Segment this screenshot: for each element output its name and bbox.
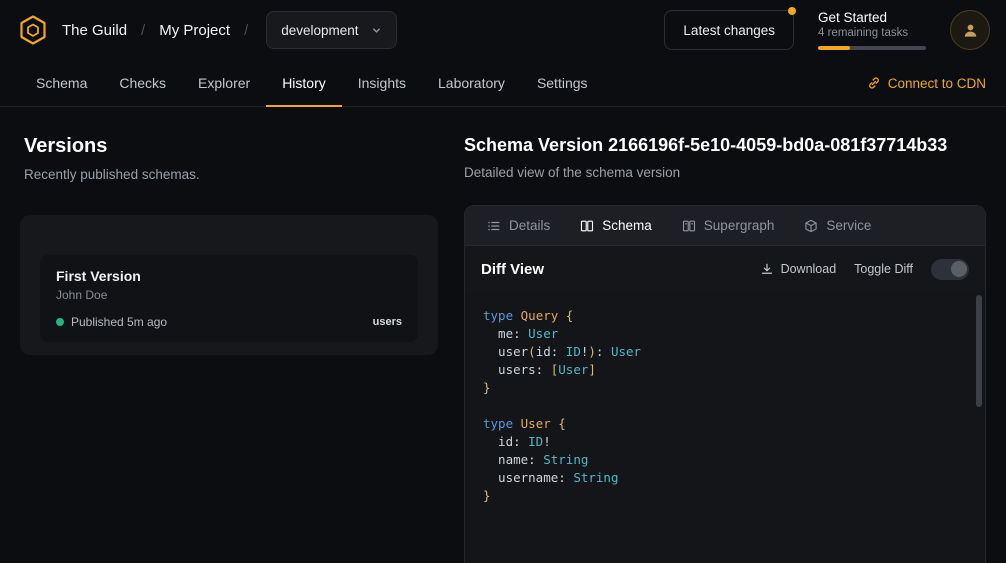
- chevron-down-icon: [371, 25, 382, 36]
- nav-tab-history[interactable]: History: [266, 60, 342, 107]
- version-list: First Version John Doe Published 5m ago use…: [40, 255, 418, 342]
- code-block: type Query { me: User user(id: ID!): Use…: [465, 292, 985, 520]
- download-icon: [760, 262, 774, 276]
- main-nav: SchemaChecksExplorerHistoryInsightsLabor…: [0, 60, 1006, 107]
- schema-diff-icon: [580, 219, 594, 233]
- breadcrumb-separator: /: [141, 22, 145, 39]
- code-line: }: [483, 379, 967, 397]
- diff-view-title: Diff View: [481, 261, 544, 278]
- code-line: }: [483, 487, 967, 505]
- download-label: Download: [781, 262, 837, 276]
- version-status-row: Published 5m ago users: [56, 315, 402, 329]
- nav-tab-laboratory[interactable]: Laboratory: [422, 60, 521, 107]
- version-name: First Version: [56, 268, 402, 284]
- detail-tabs: Details Schema Supergraph Service: [465, 206, 985, 246]
- versions-panel: Versions Recently published schemas. Fir…: [0, 107, 444, 563]
- schema-version-title: Schema Version 2166196f-5e10-4059-bd0a-0…: [464, 135, 986, 156]
- versions-card: First Version John Doe Published 5m ago use…: [20, 215, 438, 355]
- nav-tab-explorer[interactable]: Explorer: [182, 60, 266, 107]
- nav-tab-checks[interactable]: Checks: [103, 60, 182, 107]
- code-line: name: String: [483, 451, 967, 469]
- list-icon: [487, 219, 501, 233]
- detail-tab-label: Details: [509, 218, 550, 233]
- avatar[interactable]: [950, 10, 990, 50]
- detail-tab-label: Service: [826, 218, 871, 233]
- code-area: type Query { me: User user(id: ID!): Use…: [465, 292, 985, 563]
- code-line: users: [User]: [483, 361, 967, 379]
- get-started-widget[interactable]: Get Started 4 remaining tasks: [818, 10, 926, 50]
- download-button[interactable]: Download: [760, 262, 837, 276]
- code-line: user(id: ID!): User: [483, 343, 967, 361]
- supergraph-icon: [682, 219, 696, 233]
- top-header: The Guild / My Project / development Lat…: [0, 0, 1006, 60]
- detail-tab-service[interactable]: Service: [804, 218, 871, 233]
- schema-version-subtitle: Detailed view of the schema version: [464, 165, 986, 180]
- diff-actions: Download Toggle Diff: [760, 259, 969, 280]
- schema-version-panel: Schema Version 2166196f-5e10-4059-bd0a-0…: [444, 107, 1006, 563]
- service-badge: users: [373, 316, 402, 328]
- code-line: [483, 397, 967, 415]
- link-icon: [867, 76, 881, 90]
- nav-tab-insights[interactable]: Insights: [342, 60, 422, 107]
- breadcrumb-org[interactable]: The Guild: [62, 22, 127, 39]
- get-started-progressbar: [818, 46, 926, 50]
- main-content: Versions Recently published schemas. Fir…: [0, 107, 1006, 563]
- nav-tab-schema[interactable]: Schema: [20, 60, 103, 107]
- service-box-icon: [804, 219, 818, 233]
- toggle-knob: [951, 261, 967, 277]
- target-select-value: development: [281, 23, 358, 38]
- detail-tab-label: Schema: [602, 218, 652, 233]
- versions-title: Versions: [24, 135, 438, 158]
- detail-tab-schema[interactable]: Schema: [580, 218, 652, 233]
- detail-tab-supergraph[interactable]: Supergraph: [682, 218, 775, 233]
- version-status: Published 5m ago: [71, 315, 167, 329]
- diff-header: Diff View Download Toggle Diff: [465, 246, 985, 292]
- target-select[interactable]: development: [266, 11, 396, 49]
- guild-hive-logo-icon[interactable]: [16, 13, 50, 47]
- latest-changes-label: Latest changes: [683, 23, 775, 38]
- scrollbar[interactable]: [976, 295, 982, 560]
- diff-toggle[interactable]: [931, 259, 969, 280]
- published-dot-icon: [56, 318, 64, 326]
- nav-tabs: SchemaChecksExplorerHistoryInsightsLabor…: [20, 60, 604, 106]
- connect-cdn-link[interactable]: Connect to CDN: [867, 76, 986, 91]
- code-line: me: User: [483, 325, 967, 343]
- breadcrumb-separator: /: [244, 22, 248, 39]
- latest-changes-button[interactable]: Latest changes: [664, 10, 794, 50]
- detail-tab-details[interactable]: Details: [487, 218, 550, 233]
- breadcrumb-project[interactable]: My Project: [159, 22, 230, 39]
- version-item[interactable]: First Version John Doe Published 5m ago use…: [40, 255, 418, 342]
- versions-subtitle: Recently published schemas.: [24, 167, 438, 182]
- user-icon: [962, 22, 979, 39]
- schema-version-card: Details Schema Supergraph Service Diff View…: [464, 205, 986, 563]
- version-author: John Doe: [56, 288, 402, 302]
- toggle-diff-label: Toggle Diff: [854, 262, 913, 276]
- get-started-title: Get Started: [818, 10, 926, 25]
- scrollbar-thumb[interactable]: [976, 295, 982, 407]
- notification-dot-icon: [788, 7, 796, 15]
- code-line: id: ID!: [483, 433, 967, 451]
- detail-tab-label: Supergraph: [704, 218, 775, 233]
- header-right: Latest changes Get Started 4 remaining t…: [664, 10, 990, 50]
- code-line: type User {: [483, 415, 967, 433]
- code-line: username: String: [483, 469, 967, 487]
- progress-fill: [818, 46, 850, 50]
- get-started-subtitle: 4 remaining tasks: [818, 27, 926, 39]
- code-line: type Query {: [483, 307, 967, 325]
- nav-tab-settings[interactable]: Settings: [521, 60, 604, 107]
- connect-cdn-label: Connect to CDN: [888, 76, 986, 91]
